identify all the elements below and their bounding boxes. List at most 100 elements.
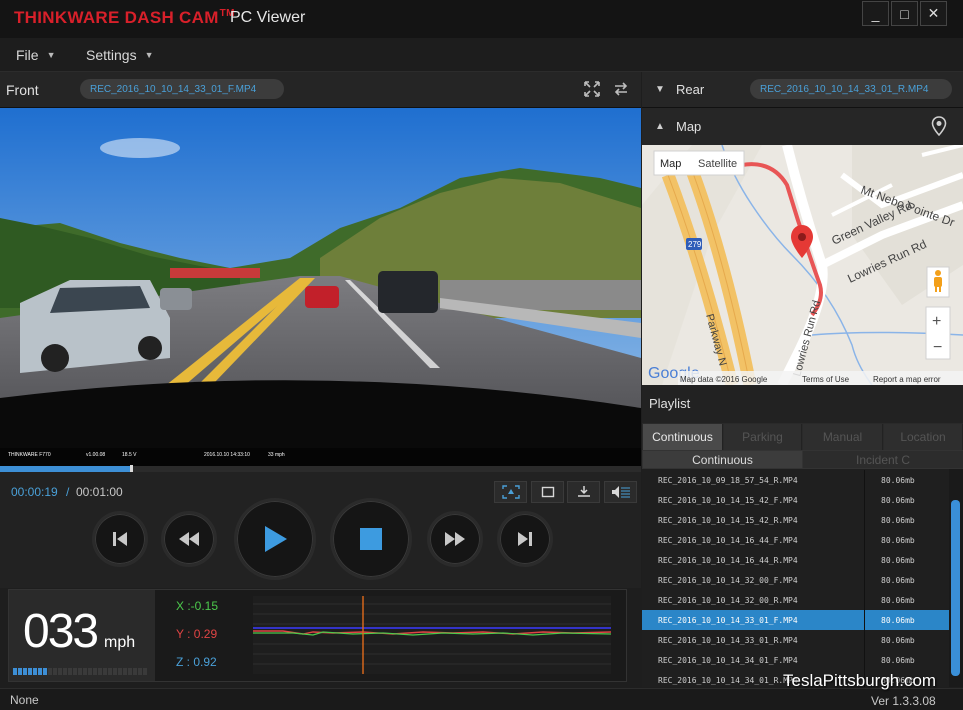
zoom-out-button[interactable]: − [933, 339, 942, 356]
list-item[interactable]: REC_2016_10_10_14_34_01_F.MP4 80.06mb [642, 650, 949, 670]
list-item[interactable]: REC_2016_10_10_14_32_00_R.MP4 80.06mb [642, 590, 949, 610]
interstate-shield-number: 279 [688, 240, 702, 249]
chevron-down-icon: ▼ [46, 50, 56, 60]
map-collapse-icon[interactable]: ▲ [655, 121, 665, 132]
map-type-map[interactable]: Map [660, 158, 681, 170]
capture-icon [501, 485, 520, 499]
save-button[interactable] [567, 481, 600, 503]
rewind-button[interactable] [161, 511, 217, 567]
map-terms-link[interactable]: Terms of Use [802, 375, 850, 384]
speed-level-segment [43, 668, 47, 675]
zoom-in-button[interactable]: + [932, 313, 941, 330]
expand-svg [584, 81, 600, 97]
speed-level-segment [38, 668, 42, 675]
playlist-list: REC_2016_10_09_18_57_54_R.MP4 80.06mb REC_… [642, 469, 949, 687]
speed-level-segment [118, 668, 122, 675]
menu-settings-label: Settings [86, 47, 137, 63]
speed-level-segment [73, 668, 77, 675]
list-item[interactable]: REC_2016_10_10_14_33_01_R.MP4 80.06mb [642, 630, 949, 650]
swap-svg [614, 82, 628, 96]
list-item[interactable]: REC_2016_10_10_14_15_42_R.MP4 80.06mb [642, 510, 949, 530]
menu-file[interactable]: File ▼ [16, 47, 55, 63]
list-item[interactable]: REC_2016_10_10_14_15_42_F.MP4 80.06mb [642, 490, 949, 510]
list-item[interactable]: REC_2016_10_10_14_33_01_F.MP4 80.06mb [642, 610, 949, 630]
speed-level-segment [78, 668, 82, 675]
rear-file-name: REC_2016_10_10_14_33_01_R.MP4 [750, 79, 952, 99]
play-button[interactable] [234, 498, 316, 580]
crop-button[interactable] [531, 481, 564, 503]
rear-label: Rear [676, 82, 705, 97]
tab-continuous[interactable]: Continuous [643, 424, 723, 450]
speed-level-segment [48, 668, 52, 675]
speed-level-segment [23, 668, 27, 675]
list-item[interactable]: REC_2016_10_10_14_16_44_F.MP4 80.06mb [642, 530, 949, 550]
speed-level-segment [13, 668, 17, 675]
chevron-down-icon: ▼ [144, 50, 154, 60]
front-video[interactable]: THINKWARE F770 v1.00.08 18.5 V 2016.10.1… [0, 108, 641, 466]
speed-level-segment [53, 668, 57, 675]
rewind-icon [179, 532, 199, 546]
total-time: 00:01:00 [76, 485, 123, 499]
volume-button[interactable] [604, 481, 637, 503]
tab-manual[interactable]: Manual [803, 424, 883, 450]
list-item-size: 80.06mb [881, 635, 915, 645]
list-item-name: REC_2016_10_10_14_32_00_R.MP4 [642, 590, 865, 610]
list-item-size: 80.06mb [881, 495, 915, 505]
gsensor-y: Y : 0.29 [176, 627, 218, 641]
suv-car [20, 280, 170, 373]
list-item-size: 80.06mb [881, 655, 915, 665]
list-item-name: REC_2016_10_10_14_16_44_F.MP4 [642, 530, 865, 550]
version-text: Ver 1.3.3.08 [871, 694, 936, 708]
next-file-button[interactable] [497, 511, 553, 567]
snapshot-button[interactable] [494, 481, 527, 503]
play-icon [265, 526, 287, 552]
list-item-size: 80.06mb [881, 595, 915, 605]
skip-next-icon [518, 532, 532, 546]
subtab-continuous[interactable]: Continuous [643, 451, 802, 468]
speed-level-segment [88, 668, 92, 675]
previous-file-button[interactable] [92, 511, 148, 567]
speed-level-segment [143, 668, 147, 675]
speed-level-segment [113, 668, 117, 675]
playlist-scroll-thumb[interactable] [951, 500, 960, 676]
list-item[interactable]: REC_2016_10_10_14_32_00_F.MP4 80.06mb [642, 570, 949, 590]
fast-forward-button[interactable] [427, 511, 483, 567]
list-item-size: 80.06mb [881, 615, 915, 625]
expand-icon[interactable] [582, 80, 602, 98]
list-item[interactable]: REC_2016_10_09_18_57_54_R.MP4 80.06mb [642, 470, 949, 490]
gsensor-z: Z : 0.92 [176, 655, 217, 669]
skip-previous-icon [113, 532, 127, 546]
list-item-size: 80.06mb [881, 535, 915, 545]
tab-location[interactable]: Location [884, 424, 963, 450]
speed-level-segment [128, 668, 132, 675]
list-item-size: 80.06mb [881, 575, 915, 585]
map-view[interactable]: Map Satellite Mt Nebo Pointe Dr Green Va… [642, 145, 963, 385]
speed-level-segment [133, 668, 137, 675]
subtab-incident[interactable]: Incident C [803, 451, 963, 468]
map-report-link[interactable]: Report a map error [873, 375, 941, 384]
map-type-satellite[interactable]: Satellite [698, 158, 737, 170]
menu-settings[interactable]: Settings ▼ [86, 47, 154, 63]
minimize-button[interactable]: _ [862, 1, 889, 26]
tab-parking[interactable]: Parking [724, 424, 802, 450]
location-pin-svg [931, 116, 947, 137]
time-separator: / [66, 485, 70, 499]
rear-collapse-icon[interactable]: ▼ [655, 84, 665, 95]
speed-level-bar [13, 668, 147, 675]
maximize-button[interactable]: □ [891, 1, 918, 26]
speed-level-segment [58, 668, 62, 675]
list-item-name: REC_2016_10_10_14_15_42_R.MP4 [642, 510, 865, 530]
close-button[interactable]: ✕ [920, 1, 947, 26]
swap-icon[interactable] [611, 80, 631, 98]
front-file-name: REC_2016_10_10_14_33_01_F.MP4 [80, 79, 284, 99]
overlay-brand: THINKWARE F770 [8, 452, 51, 458]
overlay-speed: 33 mph [268, 452, 285, 458]
list-item[interactable]: REC_2016_10_10_14_16_44_R.MP4 80.06mb [642, 550, 949, 570]
location-pin-icon[interactable] [931, 116, 947, 141]
speed-level-segment [108, 668, 112, 675]
status-bar [0, 688, 963, 710]
video-scene: THINKWARE F770 v1.00.08 18.5 V 2016.10.1… [0, 108, 641, 466]
speed-level-segment [68, 668, 72, 675]
list-item-size: 80.06mb [881, 515, 915, 525]
stop-button[interactable] [330, 498, 412, 580]
